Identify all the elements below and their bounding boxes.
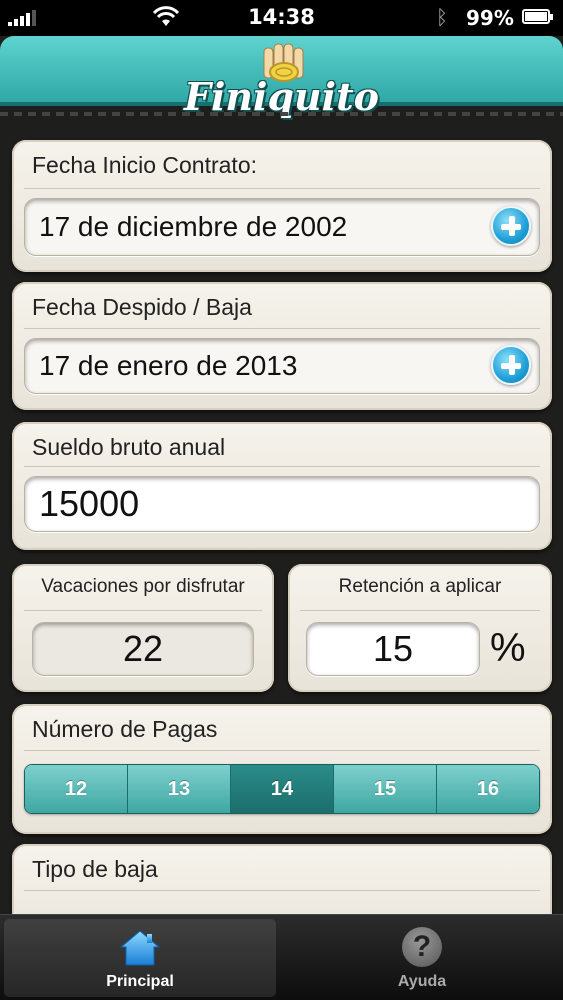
payments-option-13[interactable]: 13 [128, 765, 231, 813]
payments-option-15[interactable]: 15 [334, 765, 437, 813]
battery-percent: 99% [466, 6, 514, 30]
start-date-card: Fecha Inicio Contrato: 17 de diciembre d… [12, 140, 552, 272]
retention-card: Retención a aplicar 15 % [288, 564, 552, 692]
vacation-card: Vacaciones por disfrutar 22 [12, 564, 274, 692]
retention-value: 15 [372, 628, 414, 669]
bluetooth-icon: ᛒ [436, 5, 448, 29]
leave-type-label: Tipo de baja [32, 856, 158, 882]
battery-icon [522, 9, 553, 24]
vacation-label: Vacaciones por disfrutar [41, 576, 245, 597]
payments-card: Número de Pagas 12 13 14 15 16 [12, 704, 552, 834]
start-date-field[interactable]: 17 de diciembre de 2002 [24, 198, 540, 256]
vacation-field[interactable]: 22 [32, 622, 254, 676]
start-date-value: 17 de diciembre de 2002 [39, 211, 348, 242]
end-date-field[interactable]: 17 de enero de 2013 [24, 338, 540, 394]
payments-label: Número de Pagas [32, 716, 218, 742]
end-date-label: Fecha Despido / Baja [32, 294, 252, 320]
end-date-card: Fecha Despido / Baja 17 de enero de 2013 [12, 282, 552, 410]
retention-input[interactable]: 15 [306, 622, 480, 676]
retention-label: Retención a aplicar [338, 576, 502, 597]
vacation-value: 22 [122, 628, 164, 669]
payments-option-12[interactable]: 12 [25, 765, 128, 813]
salary-label: Sueldo bruto anual [32, 434, 226, 460]
divider [24, 750, 540, 751]
percent-sign: % [490, 626, 526, 670]
divider [24, 890, 540, 891]
salary-value: 15000 [39, 483, 140, 524]
payments-option-14[interactable]: 14 [231, 765, 334, 813]
salary-input[interactable]: 15000 [24, 476, 540, 532]
start-date-label: Fecha Inicio Contrato: [32, 152, 258, 178]
help-icon: ? [402, 927, 442, 967]
status-bar: 14:38 ᛒ 99% [0, 0, 563, 36]
home-icon [119, 930, 161, 966]
tab-bar: Principal ? Ayuda [0, 914, 563, 1000]
divider [24, 466, 540, 467]
tab-principal[interactable]: Principal [4, 919, 276, 997]
divider [24, 188, 540, 189]
end-date-value: 17 de enero de 2013 [39, 350, 298, 381]
salary-card: Sueldo bruto anual 15000 [12, 422, 552, 550]
add-end-date-button[interactable] [491, 345, 531, 385]
payments-option-16[interactable]: 16 [437, 765, 539, 813]
tab-principal-label: Principal [106, 973, 174, 990]
tab-ayuda[interactable]: ? Ayuda [286, 919, 558, 997]
divider [300, 610, 540, 611]
app-header: Finiquito [0, 36, 563, 120]
tab-ayuda-label: Ayuda [397, 973, 447, 990]
divider [24, 610, 262, 611]
header-stitch [0, 112, 563, 116]
payments-segmented-control: 12 13 14 15 16 [24, 764, 540, 814]
divider [24, 328, 540, 329]
add-start-date-button[interactable] [491, 206, 531, 246]
